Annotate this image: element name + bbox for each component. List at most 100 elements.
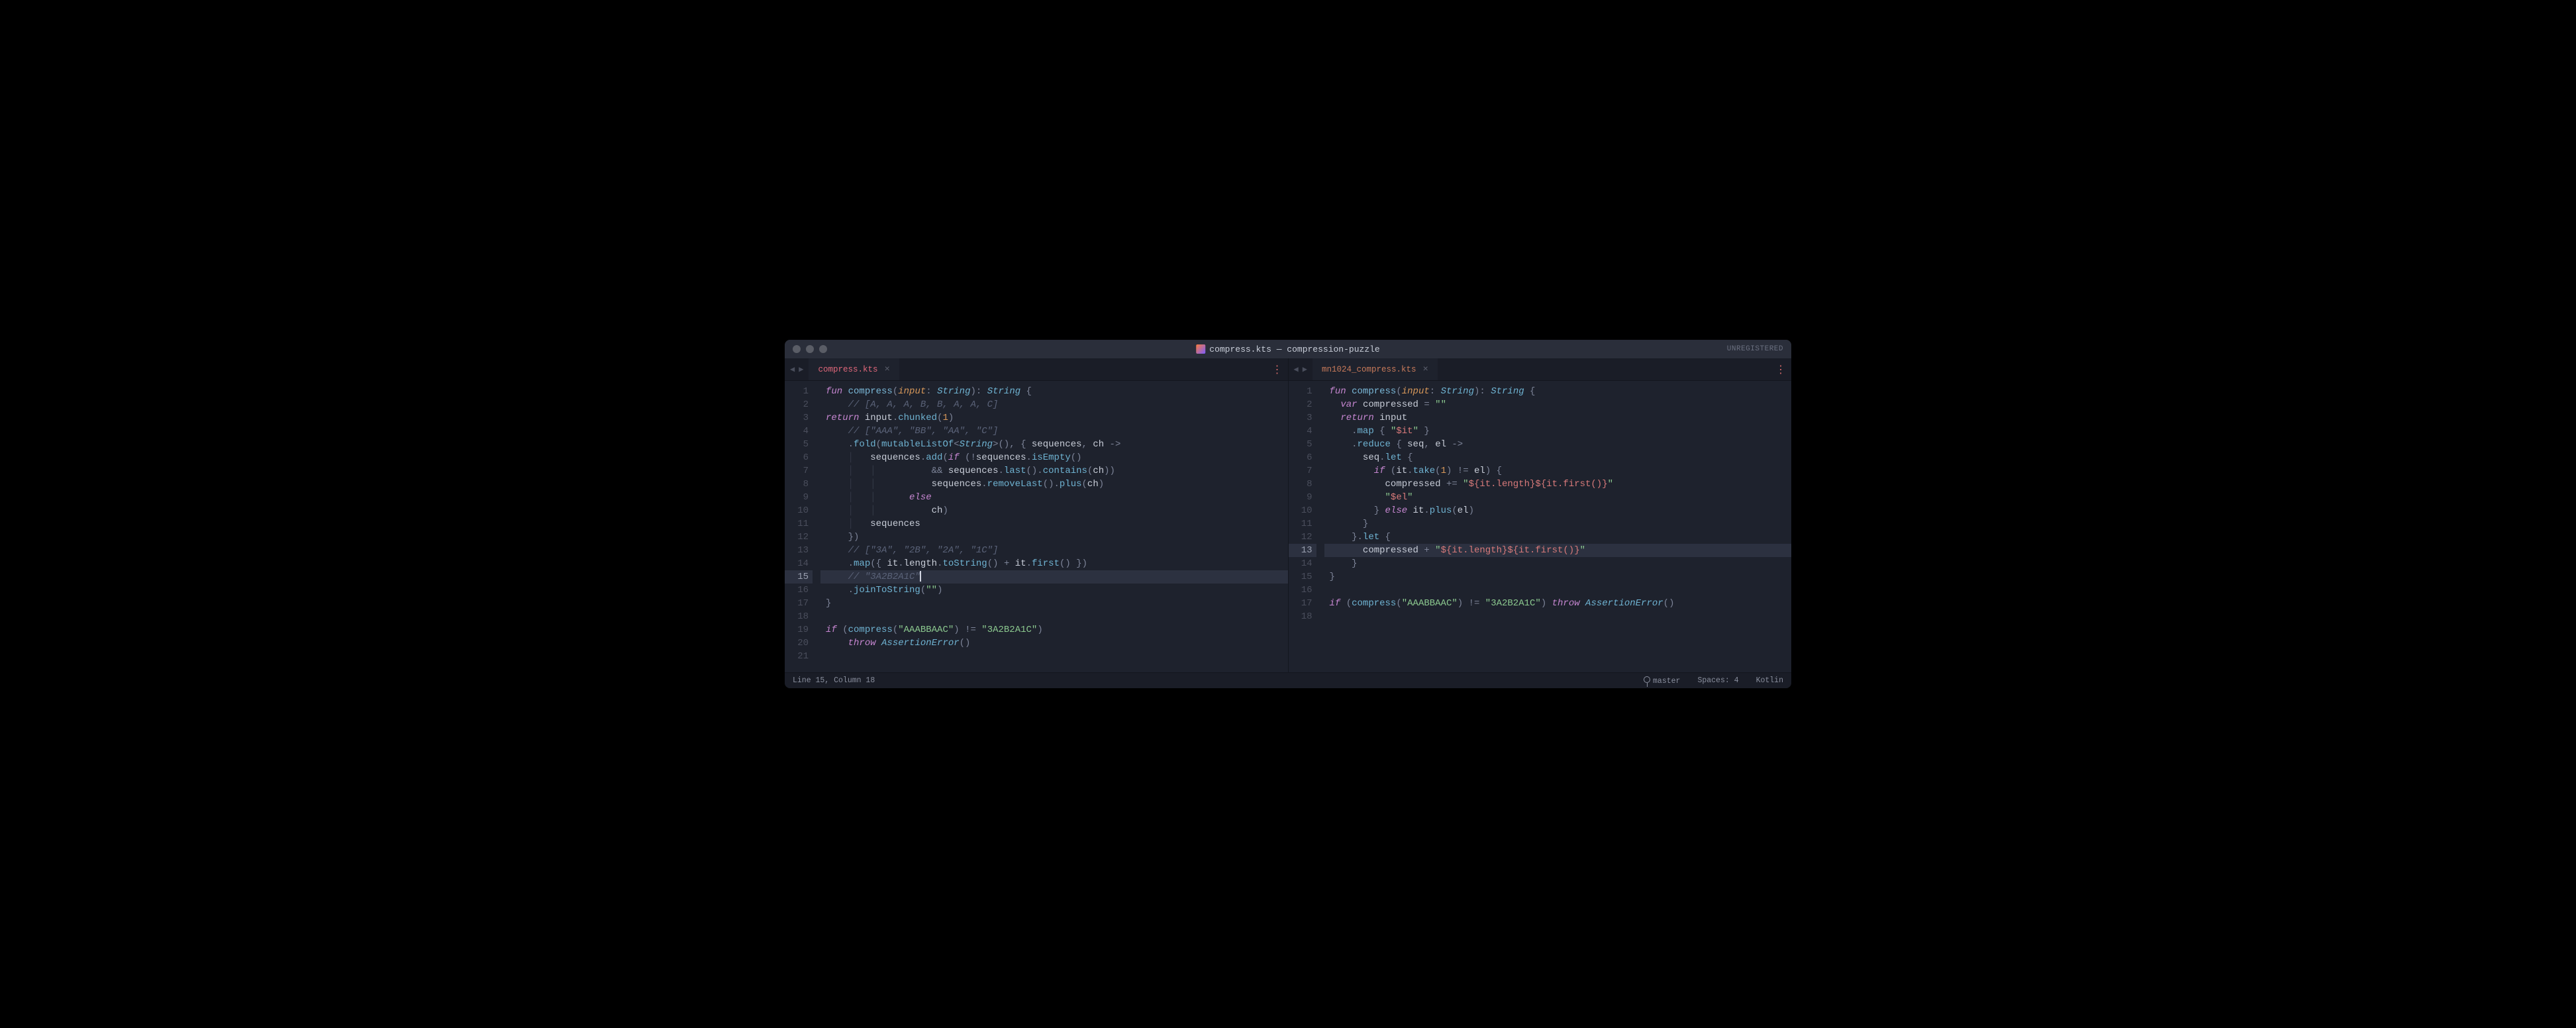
line-number: 14 — [1289, 557, 1316, 570]
maximize-window-icon[interactable] — [819, 345, 827, 353]
line-number: 13 — [785, 544, 813, 557]
code-line[interactable] — [820, 650, 1288, 663]
code-line[interactable]: return input — [1324, 411, 1792, 425]
code-line[interactable]: if (compress("AAABBAAC") != "3A2B2A1C") … — [1324, 597, 1792, 610]
left-code[interactable]: fun compress(input: String): String { //… — [820, 381, 1288, 667]
right-editor[interactable]: 123456789101112131415161718 fun compress… — [1289, 381, 1792, 633]
editor-window: compress.kts — compression-puzzle UNREGI… — [785, 340, 1791, 688]
tab-nav-left: ◀ ▶ — [785, 358, 809, 380]
code-line[interactable]: } else it.plus(el) — [1324, 504, 1792, 517]
code-line[interactable] — [1324, 584, 1792, 597]
line-number: 15 — [785, 570, 813, 584]
code-line[interactable]: } — [820, 597, 1288, 610]
code-line[interactable]: } — [1324, 570, 1792, 584]
language-mode[interactable]: Kotlin — [1756, 676, 1783, 685]
code-line[interactable]: fun compress(input: String): String { — [820, 385, 1288, 398]
code-line[interactable]: │ │ ch) — [820, 504, 1288, 517]
code-line[interactable]: │ sequences.add(if (!sequences.isEmpty() — [820, 451, 1288, 464]
line-number: 10 — [785, 504, 813, 517]
line-number: 9 — [785, 491, 813, 504]
line-number: 17 — [785, 597, 813, 610]
left-gutter: 123456789101112131415161718192021 — [785, 381, 820, 667]
line-number: 14 — [785, 557, 813, 570]
code-line[interactable]: .map { "$it" } — [1324, 425, 1792, 438]
line-number: 2 — [1289, 398, 1316, 411]
tab-compress[interactable]: compress.kts × — [809, 358, 899, 380]
line-number: 3 — [1289, 411, 1316, 425]
code-line[interactable]: "$el" — [1324, 491, 1792, 504]
line-number: 16 — [785, 584, 813, 597]
code-line[interactable]: // ["AAA", "BB", "AA", "C"] — [820, 425, 1288, 438]
code-line[interactable]: return input.chunked(1) — [820, 411, 1288, 425]
traffic-lights — [793, 345, 827, 353]
unregistered-label: UNREGISTERED — [1727, 345, 1783, 353]
code-line[interactable] — [1324, 610, 1792, 623]
code-line[interactable]: var compressed = "" — [1324, 398, 1792, 411]
code-line[interactable]: } — [1324, 557, 1792, 570]
code-line[interactable]: .fold(mutableListOf<String>(), { sequenc… — [820, 438, 1288, 451]
git-branch[interactable]: master — [1644, 676, 1680, 686]
code-line[interactable]: throw AssertionError() — [820, 637, 1288, 650]
line-number: 13 — [1289, 544, 1316, 557]
code-line[interactable]: compressed + "${it.length}${it.first()}" — [1324, 544, 1792, 557]
code-line[interactable]: .joinToString("") — [820, 584, 1288, 597]
code-line[interactable]: │ │ sequences.removeLast().plus(ch) — [820, 478, 1288, 491]
line-number: 7 — [1289, 464, 1316, 478]
line-number: 18 — [785, 610, 813, 623]
nav-forward-icon[interactable]: ▶ — [1301, 364, 1309, 374]
line-number: 4 — [1289, 425, 1316, 438]
branch-icon — [1644, 676, 1650, 683]
code-line[interactable]: // "3A2B2A1C" — [820, 570, 1288, 584]
close-window-icon[interactable] — [793, 345, 801, 353]
nav-back-icon[interactable]: ◀ — [1293, 364, 1300, 374]
code-line[interactable]: │ sequences — [820, 517, 1288, 531]
code-line[interactable]: // [A, A, A, B, B, A, A, C] — [820, 398, 1288, 411]
tab-menu-icon[interactable]: ⋮ — [1769, 358, 1791, 380]
code-line[interactable]: .map({ it.length.toString() + it.first()… — [820, 557, 1288, 570]
tab-mn1024-compress[interactable]: mn1024_compress.kts × — [1313, 358, 1438, 380]
cursor-position[interactable]: Line 15, Column 18 — [793, 676, 875, 685]
nav-back-icon[interactable]: ◀ — [789, 364, 796, 374]
code-line[interactable]: // ["3A", "2B", "2A", "1C"] — [820, 544, 1288, 557]
code-line[interactable]: seq.let { — [1324, 451, 1792, 464]
line-number: 11 — [785, 517, 813, 531]
line-number: 8 — [785, 478, 813, 491]
line-number: 5 — [1289, 438, 1316, 451]
line-number: 1 — [785, 385, 813, 398]
tab-menu-icon[interactable]: ⋮ — [1265, 358, 1288, 380]
line-number: 10 — [1289, 504, 1316, 517]
line-number: 11 — [1289, 517, 1316, 531]
code-line[interactable]: } — [1324, 517, 1792, 531]
code-line[interactable] — [820, 610, 1288, 623]
left-editor[interactable]: 123456789101112131415161718192021 fun co… — [785, 381, 1288, 672]
line-number: 6 — [1289, 451, 1316, 464]
line-number: 15 — [1289, 570, 1316, 584]
code-line[interactable]: if (compress("AAABBAAC") != "3A2B2A1C") — [820, 623, 1288, 637]
right-pane: ◀ ▶ mn1024_compress.kts × ⋮ 123456789101… — [1289, 358, 1792, 672]
line-number: 21 — [785, 650, 813, 663]
code-line[interactable]: fun compress(input: String): String { — [1324, 385, 1792, 398]
indentation[interactable]: Spaces: 4 — [1697, 676, 1738, 685]
code-line[interactable]: .reduce { seq, el -> — [1324, 438, 1792, 451]
minimize-window-icon[interactable] — [806, 345, 814, 353]
app-icon — [1196, 344, 1205, 354]
titlebar: compress.kts — compression-puzzle UNREGI… — [785, 340, 1791, 358]
line-number: 16 — [1289, 584, 1316, 597]
close-icon[interactable]: × — [884, 364, 889, 375]
close-icon[interactable]: × — [1423, 364, 1428, 375]
line-number: 3 — [785, 411, 813, 425]
line-number: 12 — [1289, 531, 1316, 544]
code-line[interactable]: }) — [820, 531, 1288, 544]
window-title: compress.kts — compression-puzzle — [1196, 344, 1379, 354]
code-line[interactable]: if (it.take(1) != el) { — [1324, 464, 1792, 478]
code-line[interactable]: │ │ else — [820, 491, 1288, 504]
code-line[interactable]: │ │ && sequences.last().contains(ch)) — [820, 464, 1288, 478]
left-pane: ◀ ▶ compress.kts × ⋮ 1234567891011121314… — [785, 358, 1289, 672]
code-line[interactable]: compressed += "${it.length}${it.first()}… — [1324, 478, 1792, 491]
code-line[interactable]: }.let { — [1324, 531, 1792, 544]
tab-label: mn1024_compress.kts — [1322, 365, 1416, 374]
line-number: 19 — [785, 623, 813, 637]
right-code[interactable]: fun compress(input: String): String { va… — [1324, 381, 1792, 627]
nav-forward-icon[interactable]: ▶ — [797, 364, 805, 374]
line-number: 17 — [1289, 597, 1316, 610]
